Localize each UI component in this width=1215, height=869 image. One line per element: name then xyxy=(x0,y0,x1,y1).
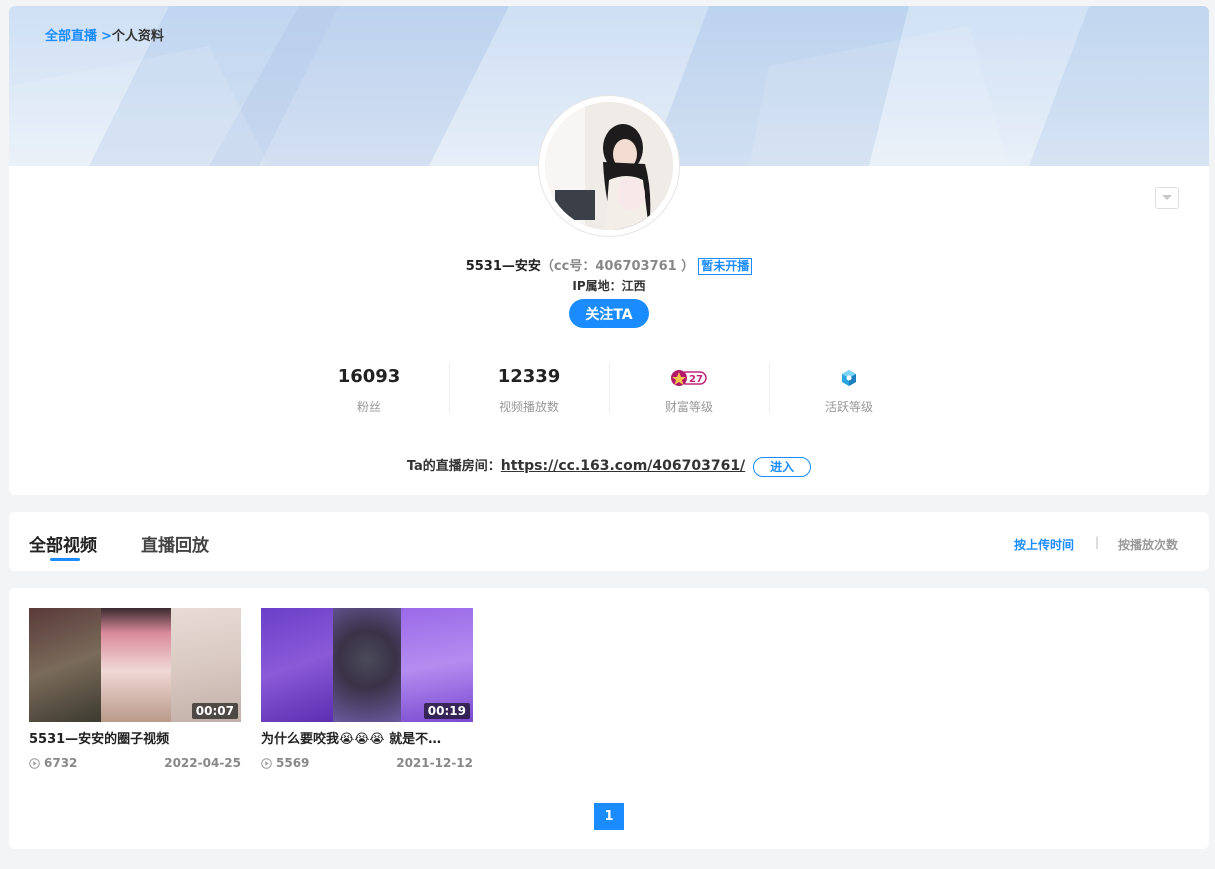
video-play-count: 6732 xyxy=(44,756,78,770)
tab-all-videos[interactable]: 全部视频 xyxy=(29,531,97,556)
live-room-link[interactable]: https://cc.163.com/406703761/ xyxy=(501,458,745,474)
stat-activity-level: 活跃等级 xyxy=(769,361,929,421)
breadcrumb-all-live[interactable]: 全部直播 xyxy=(45,29,97,44)
video-title[interactable]: 为什么要咬我😭😭😭 就是不… xyxy=(261,728,473,746)
activity-level-label: 活跃等级 xyxy=(824,400,873,414)
video-date: 2021-12-12 xyxy=(396,756,473,770)
live-room-line: Ta的直播房间：https://cc.163.com/406703761/进入 xyxy=(9,455,1209,477)
breadcrumb-separator: > xyxy=(101,29,112,44)
ip-location: IP属地：江西 xyxy=(572,279,646,293)
collapse-button[interactable] xyxy=(1155,187,1179,209)
video-title[interactable]: 5531—安安的圈子视频 xyxy=(29,728,241,746)
video-list: 00:07 5531—安安的圈子视频 6732 2022-04-25 00:19… xyxy=(9,588,1209,849)
avatar-photo xyxy=(545,102,673,230)
stats-row: 16093 粉丝 12339 视频播放数 27 财富等级 活跃等级 xyxy=(289,361,929,421)
video-item[interactable]: 00:19 为什么要咬我😭😭😭 就是不… 5569 2021-12-12 xyxy=(261,608,473,770)
pagination-page-button[interactable]: 1 xyxy=(594,803,624,830)
stat-wealth-level: 27 财富等级 xyxy=(609,361,769,421)
profile-card: 全部直播 >个人资料 5531—安安（cc号：406703761 ）暂未开播 I… xyxy=(9,6,1209,495)
fans-label: 粉丝 xyxy=(356,400,381,414)
stat-video-plays: 12339 视频播放数 xyxy=(449,361,609,421)
play-count-icon xyxy=(29,757,40,769)
profile-name-line: 5531—安安（cc号：406703761 ）暂未开播 xyxy=(9,255,1209,275)
breadcrumb-current: 个人资料 xyxy=(111,29,164,44)
video-duration: 00:19 xyxy=(423,703,470,719)
profile-name: 5531—安安 xyxy=(465,259,541,274)
video-play-count: 5569 xyxy=(276,756,310,770)
follow-button[interactable]: 关注TA xyxy=(569,299,649,328)
video-duration: 00:07 xyxy=(191,703,238,719)
video-thumbnail[interactable]: 00:07 xyxy=(29,608,241,722)
stat-fans: 16093 粉丝 xyxy=(289,361,449,421)
video-meta: 5569 2021-12-12 xyxy=(261,756,473,770)
wealth-level-badge-icon: 27 xyxy=(670,364,708,390)
video-item[interactable]: 00:07 5531—安安的圈子视频 6732 2022-04-25 xyxy=(29,608,241,770)
video-plays-label: 视频播放数 xyxy=(498,400,559,414)
live-room-label: Ta的直播房间： xyxy=(406,459,501,474)
breadcrumb: 全部直播 >个人资料 xyxy=(45,25,164,44)
active-tab-indicator xyxy=(50,558,80,561)
sort-by-play-count[interactable]: 按播放次数 xyxy=(1118,536,1178,553)
play-count-icon xyxy=(261,757,272,769)
activity-level-badge-icon xyxy=(840,364,858,390)
video-meta: 6732 2022-04-25 xyxy=(29,756,241,770)
cc-number: （cc号：406703761 ） xyxy=(540,259,695,274)
wealth-level-number: 27 xyxy=(689,374,703,385)
avatar xyxy=(539,96,679,236)
video-date: 2022-04-25 xyxy=(164,756,241,770)
chevron-down-icon xyxy=(1162,195,1172,200)
sort-divider: | xyxy=(1095,535,1100,549)
video-thumbnail[interactable]: 00:19 xyxy=(261,608,473,722)
live-status-badge: 暂未开播 xyxy=(698,258,753,275)
enter-room-button[interactable]: 进入 xyxy=(753,456,812,477)
video-tabs-bar: 全部视频 直播回放 按上传时间 | 按播放次数 xyxy=(9,512,1209,571)
sort-by-upload-time[interactable]: 按上传时间 xyxy=(1014,536,1074,553)
fans-count: 16093 xyxy=(337,366,401,387)
tab-live-replays[interactable]: 直播回放 xyxy=(141,531,209,556)
wealth-level-label: 财富等级 xyxy=(664,400,713,414)
video-plays-count: 12339 xyxy=(497,366,561,387)
